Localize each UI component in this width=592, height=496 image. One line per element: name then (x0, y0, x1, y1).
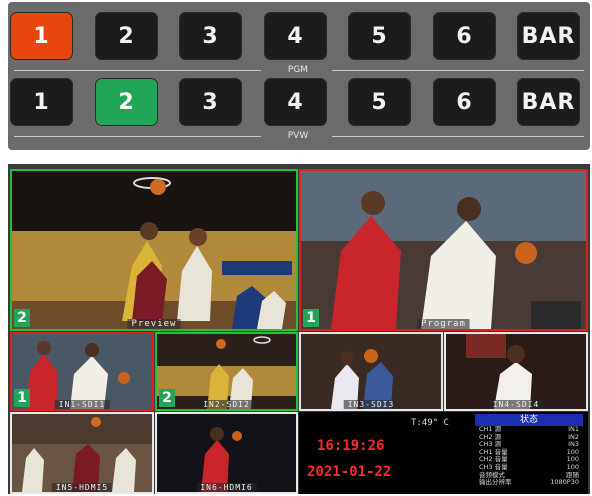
pvw-button-2[interactable]: 2 (95, 78, 158, 126)
program-source-number: 1 (303, 309, 319, 327)
input-6-caption: IN6-HDMI6 (196, 483, 257, 492)
status-row-label: 输出分辨率 (479, 478, 512, 487)
input-1-video-frame (12, 334, 152, 409)
status-row-value: 1080P30 (550, 478, 579, 487)
program-video-frame (301, 171, 586, 329)
temperature-readout: T:49° C (411, 418, 449, 428)
pvw-divider-right (332, 136, 584, 137)
preview-video-frame (12, 171, 296, 329)
input-1-caption: IN1-SDI1 (54, 400, 110, 409)
pgm-button-2[interactable]: 2 (95, 12, 158, 60)
pvw-button-6[interactable]: 6 (433, 78, 496, 126)
input-tile-4[interactable]: IN4-SDI4 (444, 332, 588, 411)
pgm-button-5[interactable]: 5 (348, 12, 411, 60)
pgm-button-4[interactable]: 4 (264, 12, 327, 60)
pvw-label: PVW (287, 131, 309, 141)
pgm-label: PGM (287, 65, 309, 75)
pgm-button-6[interactable]: 6 (433, 12, 496, 60)
pgm-button-3[interactable]: 3 (179, 12, 242, 60)
status-table: 状态 CH1 源 IN1 CH2 源 IN2 CH3 源 IN3 CH1 音量 100 … (475, 414, 583, 492)
input-tile-6[interactable]: IN6-HDMI6 (155, 412, 298, 494)
info-panel: T:49° C 16:19:26 2021-01-22 状态 CH1 源 IN1 … (299, 412, 588, 494)
preview-source-number: 2 (14, 309, 30, 327)
pvw-divider-left (14, 136, 261, 137)
preview-window[interactable]: 2 Preview (10, 169, 298, 331)
clock-date: 2021-01-22 (307, 464, 392, 480)
input-tile-1[interactable]: 1 IN1-SDI1 (10, 332, 154, 411)
pvw-button-bar[interactable]: BAR (517, 78, 580, 126)
input-5-video-frame (12, 414, 152, 492)
clock-time: 16:19:26 (317, 438, 385, 454)
input-4-caption: IN4-SDI4 (488, 400, 544, 409)
status-row: 输出分辨率 1080P30 (475, 479, 583, 487)
input-2-video-frame (157, 334, 296, 409)
program-caption: Program (417, 319, 470, 329)
pgm-divider-right (332, 70, 584, 71)
input-tile-3[interactable]: IN3-SDI3 (299, 332, 443, 411)
multiviewer-display: 2 Preview 1 Program 1 IN1-SDI1 2 IN2-SDI… (8, 164, 590, 494)
pvw-button-5[interactable]: 5 (348, 78, 411, 126)
input-3-video-frame (301, 334, 441, 409)
input-tile-5[interactable]: IN5-HDMI5 (10, 412, 154, 494)
input-2-number: 2 (159, 389, 175, 407)
input-5-caption: IN5-HDMI5 (51, 483, 113, 492)
preview-caption: Preview (127, 319, 181, 329)
switcher-control-panel: 1 2 3 4 5 6 BAR PGM 1 2 3 4 5 6 BAR PVW (8, 2, 590, 150)
input-tile-2[interactable]: 2 IN2-SDI2 (155, 332, 298, 411)
input-4-video-frame (446, 334, 586, 409)
pvw-button-4[interactable]: 4 (264, 78, 327, 126)
pgm-divider-left (14, 70, 261, 71)
pgm-button-1[interactable]: 1 (10, 12, 73, 60)
pvw-button-1[interactable]: 1 (10, 78, 73, 126)
input-3-caption: IN3-SDI3 (343, 400, 399, 409)
input-1-number: 1 (14, 389, 30, 407)
input-2-caption: IN2-SDI2 (199, 400, 254, 409)
pgm-button-bar[interactable]: BAR (517, 12, 580, 60)
pvw-button-3[interactable]: 3 (179, 78, 242, 126)
input-6-video-frame (157, 414, 296, 492)
program-window[interactable]: 1 Program (299, 169, 588, 331)
